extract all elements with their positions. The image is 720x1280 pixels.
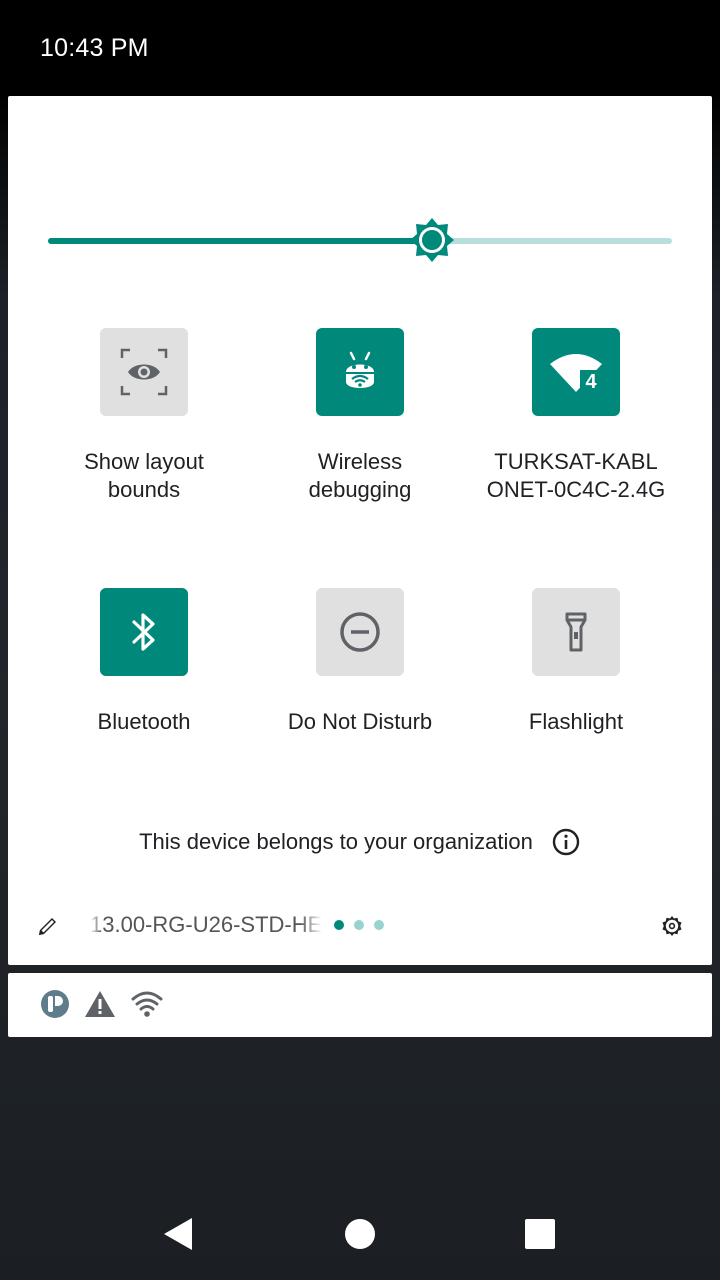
page-indicator bbox=[334, 920, 384, 930]
tile-label: Wireless debugging bbox=[308, 449, 412, 502]
wifi-badge: 4 bbox=[585, 371, 597, 393]
tile-label: Flashlight bbox=[528, 709, 624, 734]
page-dot-1 bbox=[334, 920, 344, 930]
wifi-icon bbox=[131, 991, 163, 1017]
settings-gear-icon[interactable] bbox=[660, 914, 684, 938]
home-icon[interactable] bbox=[340, 1214, 380, 1254]
bluetooth-icon bbox=[132, 613, 155, 651]
layout-bounds-icon bbox=[120, 348, 168, 396]
app-icon bbox=[41, 990, 69, 1018]
android-debug-icon bbox=[346, 351, 374, 388]
notification-icons bbox=[40, 989, 164, 1019]
tile-label: Bluetooth bbox=[97, 709, 191, 734]
navigation-bar bbox=[0, 1190, 720, 1274]
tile-bluetooth-button[interactable] bbox=[100, 588, 188, 676]
page-dot-3 bbox=[374, 920, 384, 930]
quick-settings-panel: Show layout bounds Wireless debugging 4 … bbox=[8, 96, 712, 965]
brightness-thumb-icon[interactable] bbox=[408, 216, 456, 264]
tile-wifi-button[interactable]: 4 bbox=[532, 328, 620, 416]
tile-bluetooth[interactable]: Bluetooth bbox=[36, 588, 252, 736]
tile-do-not-disturb-button[interactable] bbox=[316, 588, 404, 676]
brightness-slider[interactable] bbox=[48, 218, 672, 262]
status-bar-time: 10:43 PM bbox=[40, 34, 149, 62]
flashlight-icon bbox=[565, 612, 587, 652]
wifi-icon: 4 bbox=[550, 354, 602, 393]
qs-footer: 13.00-RG-U26-STD-HE bbox=[8, 906, 712, 946]
info-icon[interactable] bbox=[551, 827, 581, 857]
tile-wireless-debugging[interactable]: Wireless debugging bbox=[252, 328, 468, 504]
page-dot-2 bbox=[354, 920, 364, 930]
tile-do-not-disturb[interactable]: Do Not Disturb bbox=[252, 588, 468, 736]
tile-label: Show layout bounds bbox=[84, 449, 204, 502]
recents-icon[interactable] bbox=[520, 1214, 560, 1254]
do-not-disturb-icon bbox=[340, 612, 380, 652]
tile-label: TURKSAT-KABL ONET-0C4C-2.4G bbox=[486, 449, 666, 502]
tile-flashlight[interactable]: Flashlight bbox=[468, 588, 684, 736]
tile-wireless-debugging-button[interactable] bbox=[316, 328, 404, 416]
edit-icon[interactable] bbox=[36, 914, 60, 938]
tile-show-layout-bounds[interactable]: Show layout bounds bbox=[36, 328, 252, 504]
notification-shelf[interactable] bbox=[8, 973, 712, 1037]
build-number[interactable]: 13.00-RG-U26-STD-HE bbox=[90, 912, 322, 938]
organization-notice-text: This device belongs to your organization bbox=[139, 829, 533, 854]
tile-wifi[interactable]: 4 TURKSAT-KABL ONET-0C4C-2.4G bbox=[468, 328, 684, 504]
brightness-fill bbox=[48, 238, 432, 244]
back-icon[interactable] bbox=[158, 1214, 198, 1254]
warning-icon bbox=[85, 991, 115, 1017]
tile-flashlight-button[interactable] bbox=[532, 588, 620, 676]
tile-label: Do Not Disturb bbox=[287, 709, 433, 734]
organization-notice[interactable]: This device belongs to your organization bbox=[8, 822, 712, 862]
tile-show-layout-bounds-button[interactable] bbox=[100, 328, 188, 416]
